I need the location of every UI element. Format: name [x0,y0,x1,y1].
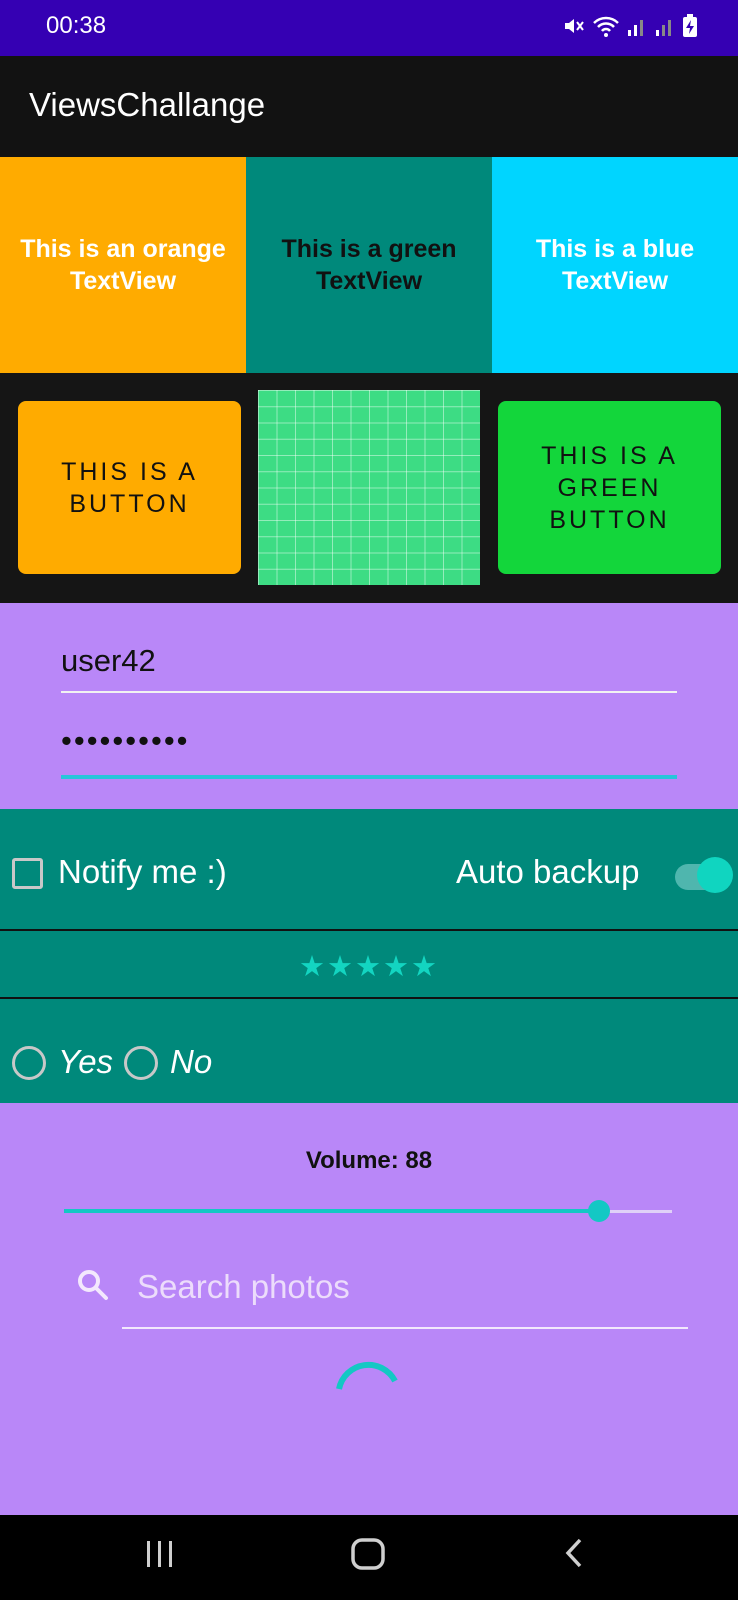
divider [0,997,738,999]
status-time: 00:38 [46,12,107,39]
search-input[interactable]: Search photos [137,1268,350,1306]
login-form: user42 •••••••••• [0,603,738,809]
password-underline [61,775,677,779]
auto-backup-switch-thumb[interactable] [697,857,733,893]
notify-checkbox-label[interactable]: Notify me :) [58,853,227,891]
app-bar: ViewsChallange [0,56,738,157]
signal-icon [654,14,676,38]
orange-button-label: THIS IS A BUTTON [61,457,198,518]
recents-button[interactable] [143,1533,177,1578]
volume-seekbar-thumb[interactable] [588,1200,611,1222]
navigation-bar [0,1515,738,1600]
wifi-icon [592,14,620,38]
rating-bar[interactable]: ★★★★★ [0,949,738,984]
radio-no-label[interactable]: No [170,1043,212,1081]
button-row: THIS IS A BUTTON THIS IS A GREEN BUTTON [0,373,738,603]
radio-yes-label[interactable]: Yes [58,1043,113,1081]
battery-charging-icon [682,14,698,38]
search-icon [76,1268,110,1307]
blue-text-view: This is a blue TextView [492,157,738,373]
notify-checkbox[interactable] [12,858,43,889]
divider [0,929,738,931]
mute-icon [562,14,586,38]
text-view-row: This is an orange TextView This is a gre… [0,157,738,373]
green-button[interactable]: THIS IS A GREEN BUTTON [498,401,721,574]
status-bar: 00:38 [0,0,738,56]
status-icons [562,14,698,38]
green-text-view: This is a green TextView [246,157,492,373]
green-button-label: THIS IS A GREEN BUTTON [541,441,678,534]
username-field[interactable]: user42 [61,643,156,679]
options-panel: Notify me :) Auto backup ★★★★★ Yes No [0,809,738,1103]
loading-spinner [333,1353,405,1430]
signal-icon [626,14,648,38]
password-field[interactable]: •••••••••• [61,723,190,759]
orange-text-view: This is an orange TextView [0,157,246,373]
grid-image [258,390,480,585]
auto-backup-label: Auto backup [456,853,640,890]
volume-seekbar-progress [64,1209,600,1213]
volume-label: Volume: 88 [305,1147,433,1174]
search-underline [122,1327,688,1329]
back-button[interactable] [560,1533,590,1578]
radio-yes[interactable] [12,1046,46,1080]
app-title: ViewsChallange [29,86,266,123]
radio-no[interactable] [124,1046,158,1080]
orange-button[interactable]: THIS IS A BUTTON [18,401,241,574]
lower-section: Volume: 88 Search photos [0,1103,738,1515]
home-button[interactable] [348,1533,388,1578]
username-underline [61,691,677,693]
